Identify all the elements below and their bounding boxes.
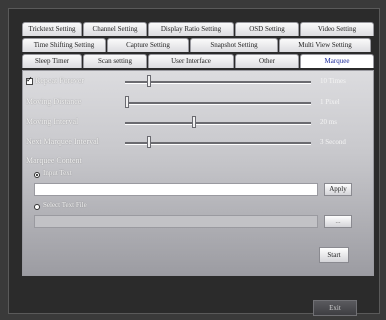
input-text-radio[interactable] (34, 172, 40, 178)
moving-distance-label: Moving Distance (26, 97, 82, 106)
moving-interval-value: 20 ms (320, 118, 337, 126)
tab-strip: Tricktext Setting Channel Setting Displa… (22, 22, 374, 70)
repeat-value: 10 Times (320, 77, 346, 85)
file-path-field[interactable] (34, 215, 318, 228)
tab-marquee[interactable]: Marquee (300, 54, 374, 68)
select-text-file-radio[interactable] (34, 204, 40, 210)
tab-row-1: Tricktext Setting Channel Setting Displa… (22, 22, 375, 36)
tab-capture-setting[interactable]: Capture Setting (107, 38, 189, 52)
next-interval-label: Next Marquee Interval (26, 137, 99, 146)
tab-osd-setting[interactable]: OSD Setting (235, 22, 299, 36)
tab-time-shifting-setting[interactable]: Time Shifting Setting (22, 38, 106, 52)
tab-display-ratio-setting[interactable]: Display Ratio Setting (148, 22, 234, 36)
repeat-slider-thumb[interactable] (146, 75, 151, 87)
moving-distance-slider-thumb[interactable] (125, 96, 129, 108)
repeat-slider-track[interactable] (125, 81, 311, 84)
browse-button[interactable]: ... (324, 215, 352, 228)
repeat-forever-checkbox[interactable] (26, 75, 33, 85)
moving-distance-slider-track[interactable] (125, 102, 311, 105)
next-interval-value: 3 Second (320, 138, 346, 146)
select-text-file-label: Select Text File (43, 201, 87, 209)
tab-multi-view-setting[interactable]: Multi View Setting (279, 38, 371, 52)
repeat-forever-label: Repeat Forever (35, 76, 85, 85)
moving-distance-value: 1 Pixel (320, 98, 340, 106)
marquee-content-label: Marquee Content (26, 156, 82, 165)
marquee-settings-panel: Repeat Forever 10 Times Moving Distance … (22, 70, 374, 276)
moving-interval-slider-track[interactable] (125, 122, 311, 125)
input-text-label: Input Text (43, 169, 72, 177)
tab-row-2: Time Shifting Setting Capture Setting Sn… (22, 38, 372, 52)
next-interval-slider-track[interactable] (125, 142, 311, 145)
start-button[interactable]: Start (319, 247, 349, 263)
tab-snapshot-setting[interactable]: Snapshot Setting (190, 38, 278, 52)
moving-interval-slider-thumb[interactable] (192, 116, 197, 128)
tab-row-3: Sleep Timer Scan setting User Interface … (22, 54, 375, 68)
tab-user-interface[interactable]: User Interface (148, 54, 234, 68)
exit-button[interactable]: Exit (313, 300, 357, 316)
tab-scan-setting[interactable]: Scan setting (83, 54, 147, 68)
next-interval-slider-thumb[interactable] (146, 136, 151, 148)
tab-tricktext-setting[interactable]: Tricktext Setting (22, 22, 82, 36)
tab-channel-setting[interactable]: Channel Setting (83, 22, 147, 36)
tab-sleep-timer[interactable]: Sleep Timer (22, 54, 82, 68)
tab-video-setting[interactable]: Video Setting (300, 22, 374, 36)
input-text-field[interactable] (34, 183, 318, 196)
moving-interval-label: Moving Interval (26, 117, 79, 126)
tab-other[interactable]: Other (235, 54, 299, 68)
apply-button[interactable]: Apply (324, 183, 352, 196)
